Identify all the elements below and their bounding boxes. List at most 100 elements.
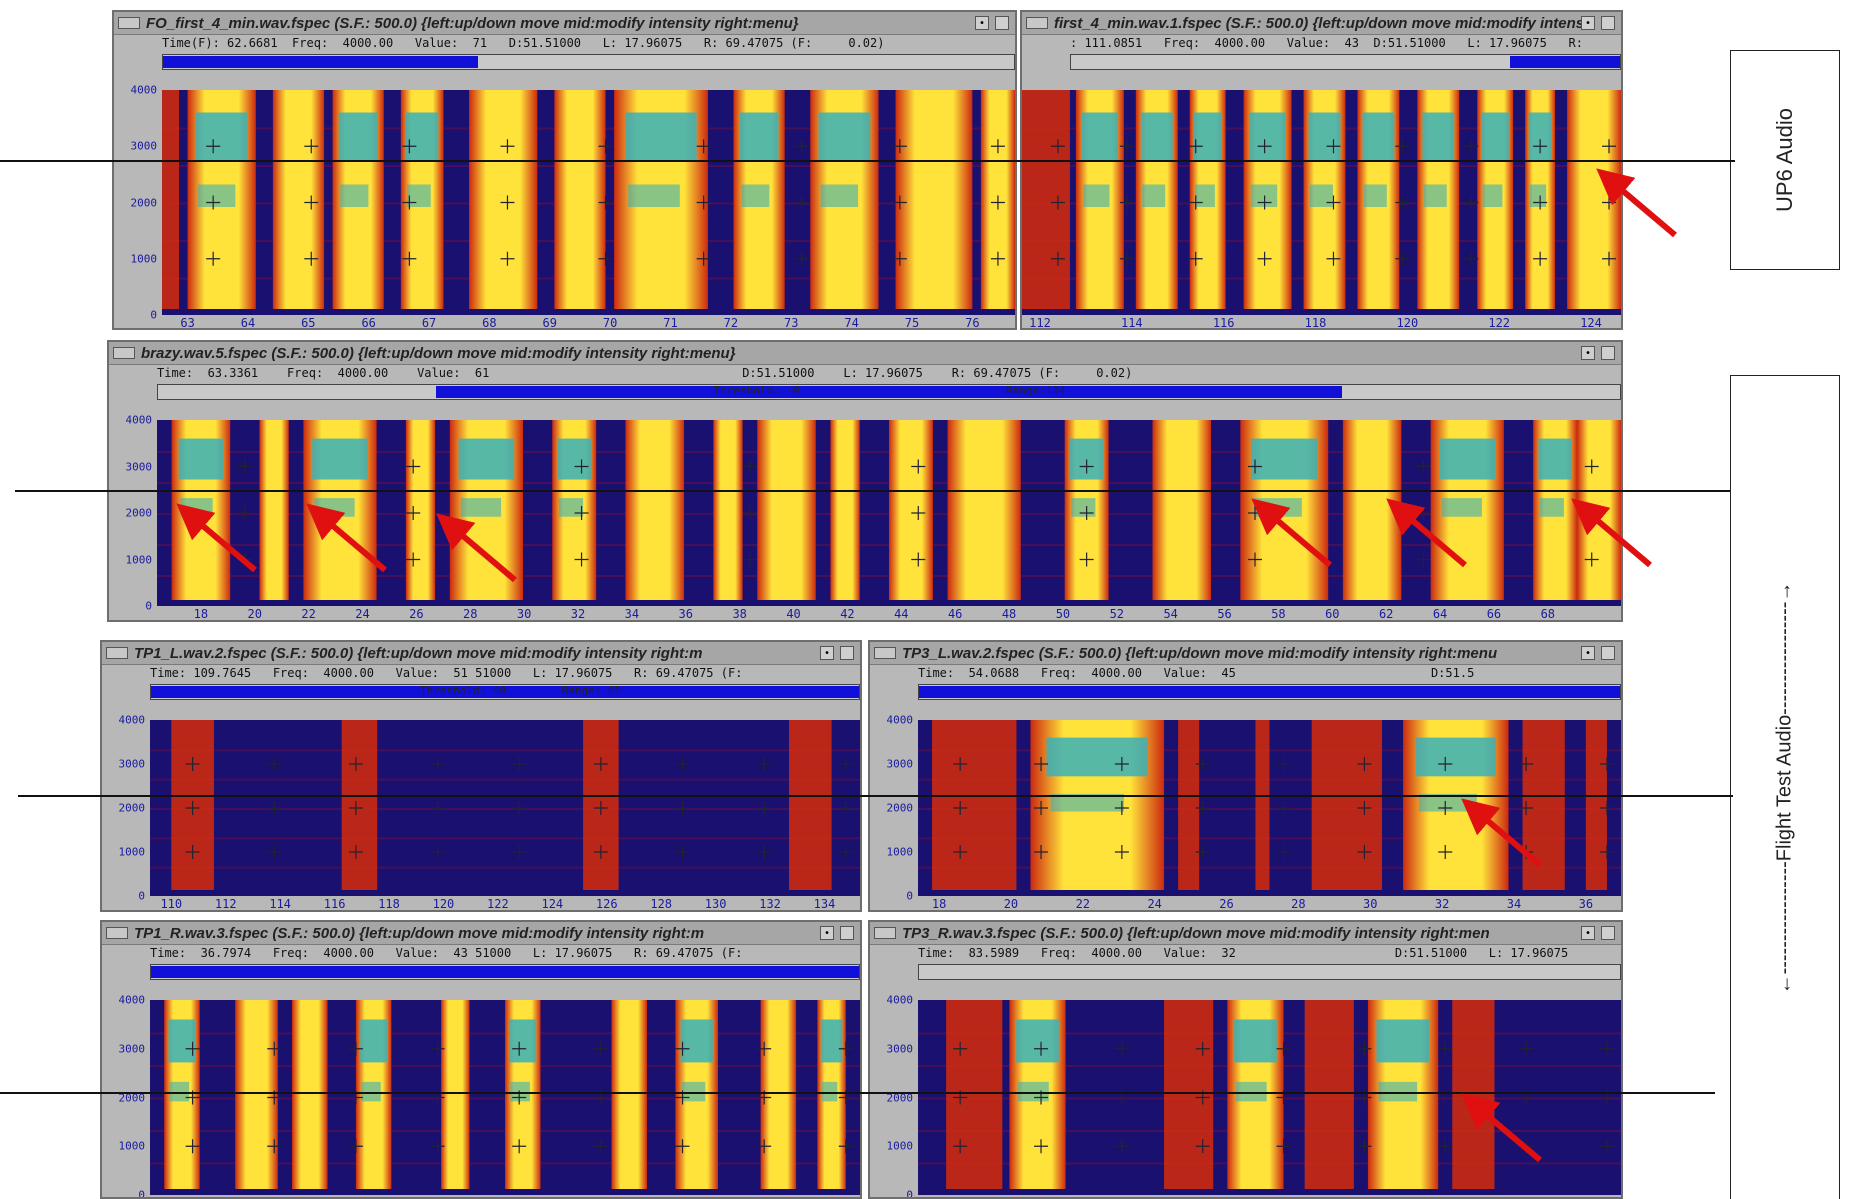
frequency-tick-label: 1000 (125, 553, 153, 566)
spectrogram-readout: Time: 63.3361 Freq: 4000.00 Value: 61 D:… (157, 366, 1133, 380)
time-tick-label: 75 (904, 316, 920, 330)
window-menu-icon[interactable] (113, 347, 135, 359)
time-tick-label: 20 (247, 607, 263, 621)
spectrogram-window-w2[interactable]: first_4_min.wav.1.fspec (S.F.: 500.0) {l… (1020, 10, 1623, 330)
time-tick-label: 70 (602, 316, 618, 330)
minimize-icon[interactable]: • (1581, 16, 1595, 30)
frequency-tick-label: 3000 (886, 757, 914, 771)
reference-line (18, 795, 1733, 797)
time-tick-label: 68 (482, 316, 497, 330)
time-tick-label: 62 (1378, 607, 1394, 621)
frequency-tick-label: 2000 (130, 196, 158, 209)
time-tick-label: 74 (844, 316, 859, 330)
spectrogram-image (918, 1000, 1621, 1195)
frequency-tick-label: 0 (906, 1188, 913, 1199)
minimize-icon[interactable]: • (820, 926, 834, 940)
spectrogram-plot[interactable] (918, 720, 1621, 896)
time-tick-label: 50 (1055, 607, 1071, 621)
flight-test-audio-label: ←-----------------Flight Test Audio-----… (1773, 581, 1796, 994)
intensity-bar[interactable] (150, 964, 860, 980)
spectrogram-window-w6[interactable]: TP1_R.wav.3.fspec (S.F.: 500.0) {left:up… (100, 920, 862, 1199)
spectrogram-image (150, 1000, 860, 1195)
time-axis: 18 20 22 24 26 28 30 32 34 36 (918, 897, 1621, 911)
time-tick-label: 65 (301, 316, 316, 330)
window-menu-icon[interactable] (874, 647, 896, 659)
frequency-tick-label: 4000 (125, 413, 153, 427)
time-tick-label: 64 (1432, 607, 1448, 621)
spectrogram-window-w5[interactable]: TP3_L.wav.2.fspec (S.F.: 500.0) {left:up… (868, 640, 1623, 912)
frequency-axis: 4000 3000 2000 1000 0 (114, 84, 160, 322)
reference-line (15, 490, 1730, 492)
time-tick-label: 76 (965, 316, 980, 330)
spectrogram-readout: : 111.0851 Freq: 4000.00 Value: 43 D:51.… (1070, 36, 1583, 50)
time-tick-label: 114 (269, 897, 291, 911)
spectrogram-window-w4[interactable]: TP1_L.wav.2.fspec (S.F.: 500.0) {left:up… (100, 640, 862, 912)
spectrogram-window-w1[interactable]: FO_first_4_min.wav.fspec (S.F.: 500.0) {… (112, 10, 1017, 330)
window-titlebar[interactable]: first_4_min.wav.1.fspec (S.F.: 500.0) {l… (1022, 12, 1621, 35)
time-tick-label: 128 (650, 897, 673, 911)
window-menu-icon[interactable] (118, 17, 140, 29)
minimize-icon[interactable]: • (820, 646, 834, 660)
spectrogram-plot[interactable] (1022, 90, 1621, 315)
time-tick-label: 36 (1578, 897, 1594, 911)
spectrogram-image (918, 720, 1621, 896)
frequency-axis: 4000 3000 2000 1000 0 (102, 994, 148, 1198)
window-titlebar[interactable]: TP1_L.wav.2.fspec (S.F.: 500.0) {left:up… (102, 642, 860, 665)
window-menu-icon[interactable] (106, 927, 128, 939)
up6-audio-label: UP6 Audio (1772, 108, 1797, 212)
window-menu-icon[interactable] (1026, 17, 1048, 29)
spectrogram-plot[interactable] (150, 720, 860, 896)
maximize-icon[interactable] (1601, 16, 1615, 30)
spectrogram-plot[interactable] (150, 1000, 860, 1195)
time-tick-label: 24 (355, 607, 370, 621)
intensity-bar[interactable]: Threshold: 40 Range: 65 (150, 684, 860, 700)
window-title: FO_first_4_min.wav.fspec (S.F.: 500.0) {… (146, 14, 799, 32)
intensity-bar-fill (163, 56, 478, 68)
intensity-bar-fill (435, 386, 1343, 398)
frequency-axis: 4000 3000 2000 1000 0 (870, 714, 916, 903)
intensity-bar[interactable] (1070, 54, 1621, 70)
spectrogram-plot[interactable] (918, 1000, 1621, 1195)
intensity-bar[interactable]: Threshold: -9 Range:114 (157, 384, 1621, 400)
time-tick-label: 48 (1001, 607, 1017, 621)
window-titlebar[interactable]: FO_first_4_min.wav.fspec (S.F.: 500.0) {… (114, 12, 1015, 35)
maximize-icon[interactable] (840, 926, 854, 940)
minimize-icon[interactable]: • (1581, 346, 1595, 360)
window-titlebar[interactable]: TP1_R.wav.3.fspec (S.F.: 500.0) {left:up… (102, 922, 860, 945)
intensity-bar[interactable] (918, 684, 1621, 700)
frequency-axis: 4000 3000 2000 1000 0 (109, 414, 155, 613)
maximize-icon[interactable] (840, 646, 854, 660)
spectrogram-plot[interactable] (157, 420, 1621, 606)
time-tick-label: 69 (542, 316, 558, 330)
time-tick-label: 72 (723, 316, 739, 330)
intensity-bar[interactable] (918, 964, 1621, 980)
window-title: brazy.wav.5.fspec (S.F.: 500.0) {left:up… (141, 344, 736, 362)
window-title: TP1_L.wav.2.fspec (S.F.: 500.0) {left:up… (134, 644, 703, 662)
maximize-icon[interactable] (995, 16, 1009, 30)
minimize-icon[interactable]: • (1581, 926, 1595, 940)
maximize-icon[interactable] (1601, 346, 1615, 360)
intensity-bar[interactable] (162, 54, 1015, 70)
time-tick-label: 114 (1120, 316, 1143, 330)
window-menu-icon[interactable] (874, 927, 896, 939)
window-titlebar[interactable]: TP3_L.wav.2.fspec (S.F.: 500.0) {left:up… (870, 642, 1621, 665)
time-axis: 63 64 65 66 67 68 69 70 71 72 73 74 75 76 (162, 316, 1015, 330)
spectrogram-window-w7[interactable]: TP3_R.wav.3.fspec (S.F.: 500.0) {left:up… (868, 920, 1623, 1199)
range-label: Range:114 (1005, 384, 1066, 397)
time-tick-label: 71 (663, 316, 678, 330)
time-tick-label: 18 (931, 897, 947, 911)
reference-line (0, 160, 1735, 162)
time-tick-label: 28 (463, 607, 478, 621)
spectrogram-window-w3[interactable]: brazy.wav.5.fspec (S.F.: 500.0) {left:up… (107, 340, 1623, 622)
spectrogram-plot[interactable] (162, 90, 1015, 315)
window-menu-icon[interactable] (106, 647, 128, 659)
spectrogram-readout: Time: 36.7974 Freq: 4000.00 Value: 43 51… (150, 946, 743, 960)
window-titlebar[interactable]: TP3_R.wav.3.fspec (S.F.: 500.0) {left:up… (870, 922, 1621, 945)
maximize-icon[interactable] (1601, 646, 1615, 660)
minimize-icon[interactable]: • (1581, 646, 1595, 660)
window-titlebar[interactable]: brazy.wav.5.fspec (S.F.: 500.0) {left:up… (109, 342, 1621, 365)
intensity-bar-fill (919, 686, 1620, 698)
minimize-icon[interactable]: • (975, 16, 989, 30)
maximize-icon[interactable] (1601, 926, 1615, 940)
time-tick-label: 132 (759, 897, 781, 911)
